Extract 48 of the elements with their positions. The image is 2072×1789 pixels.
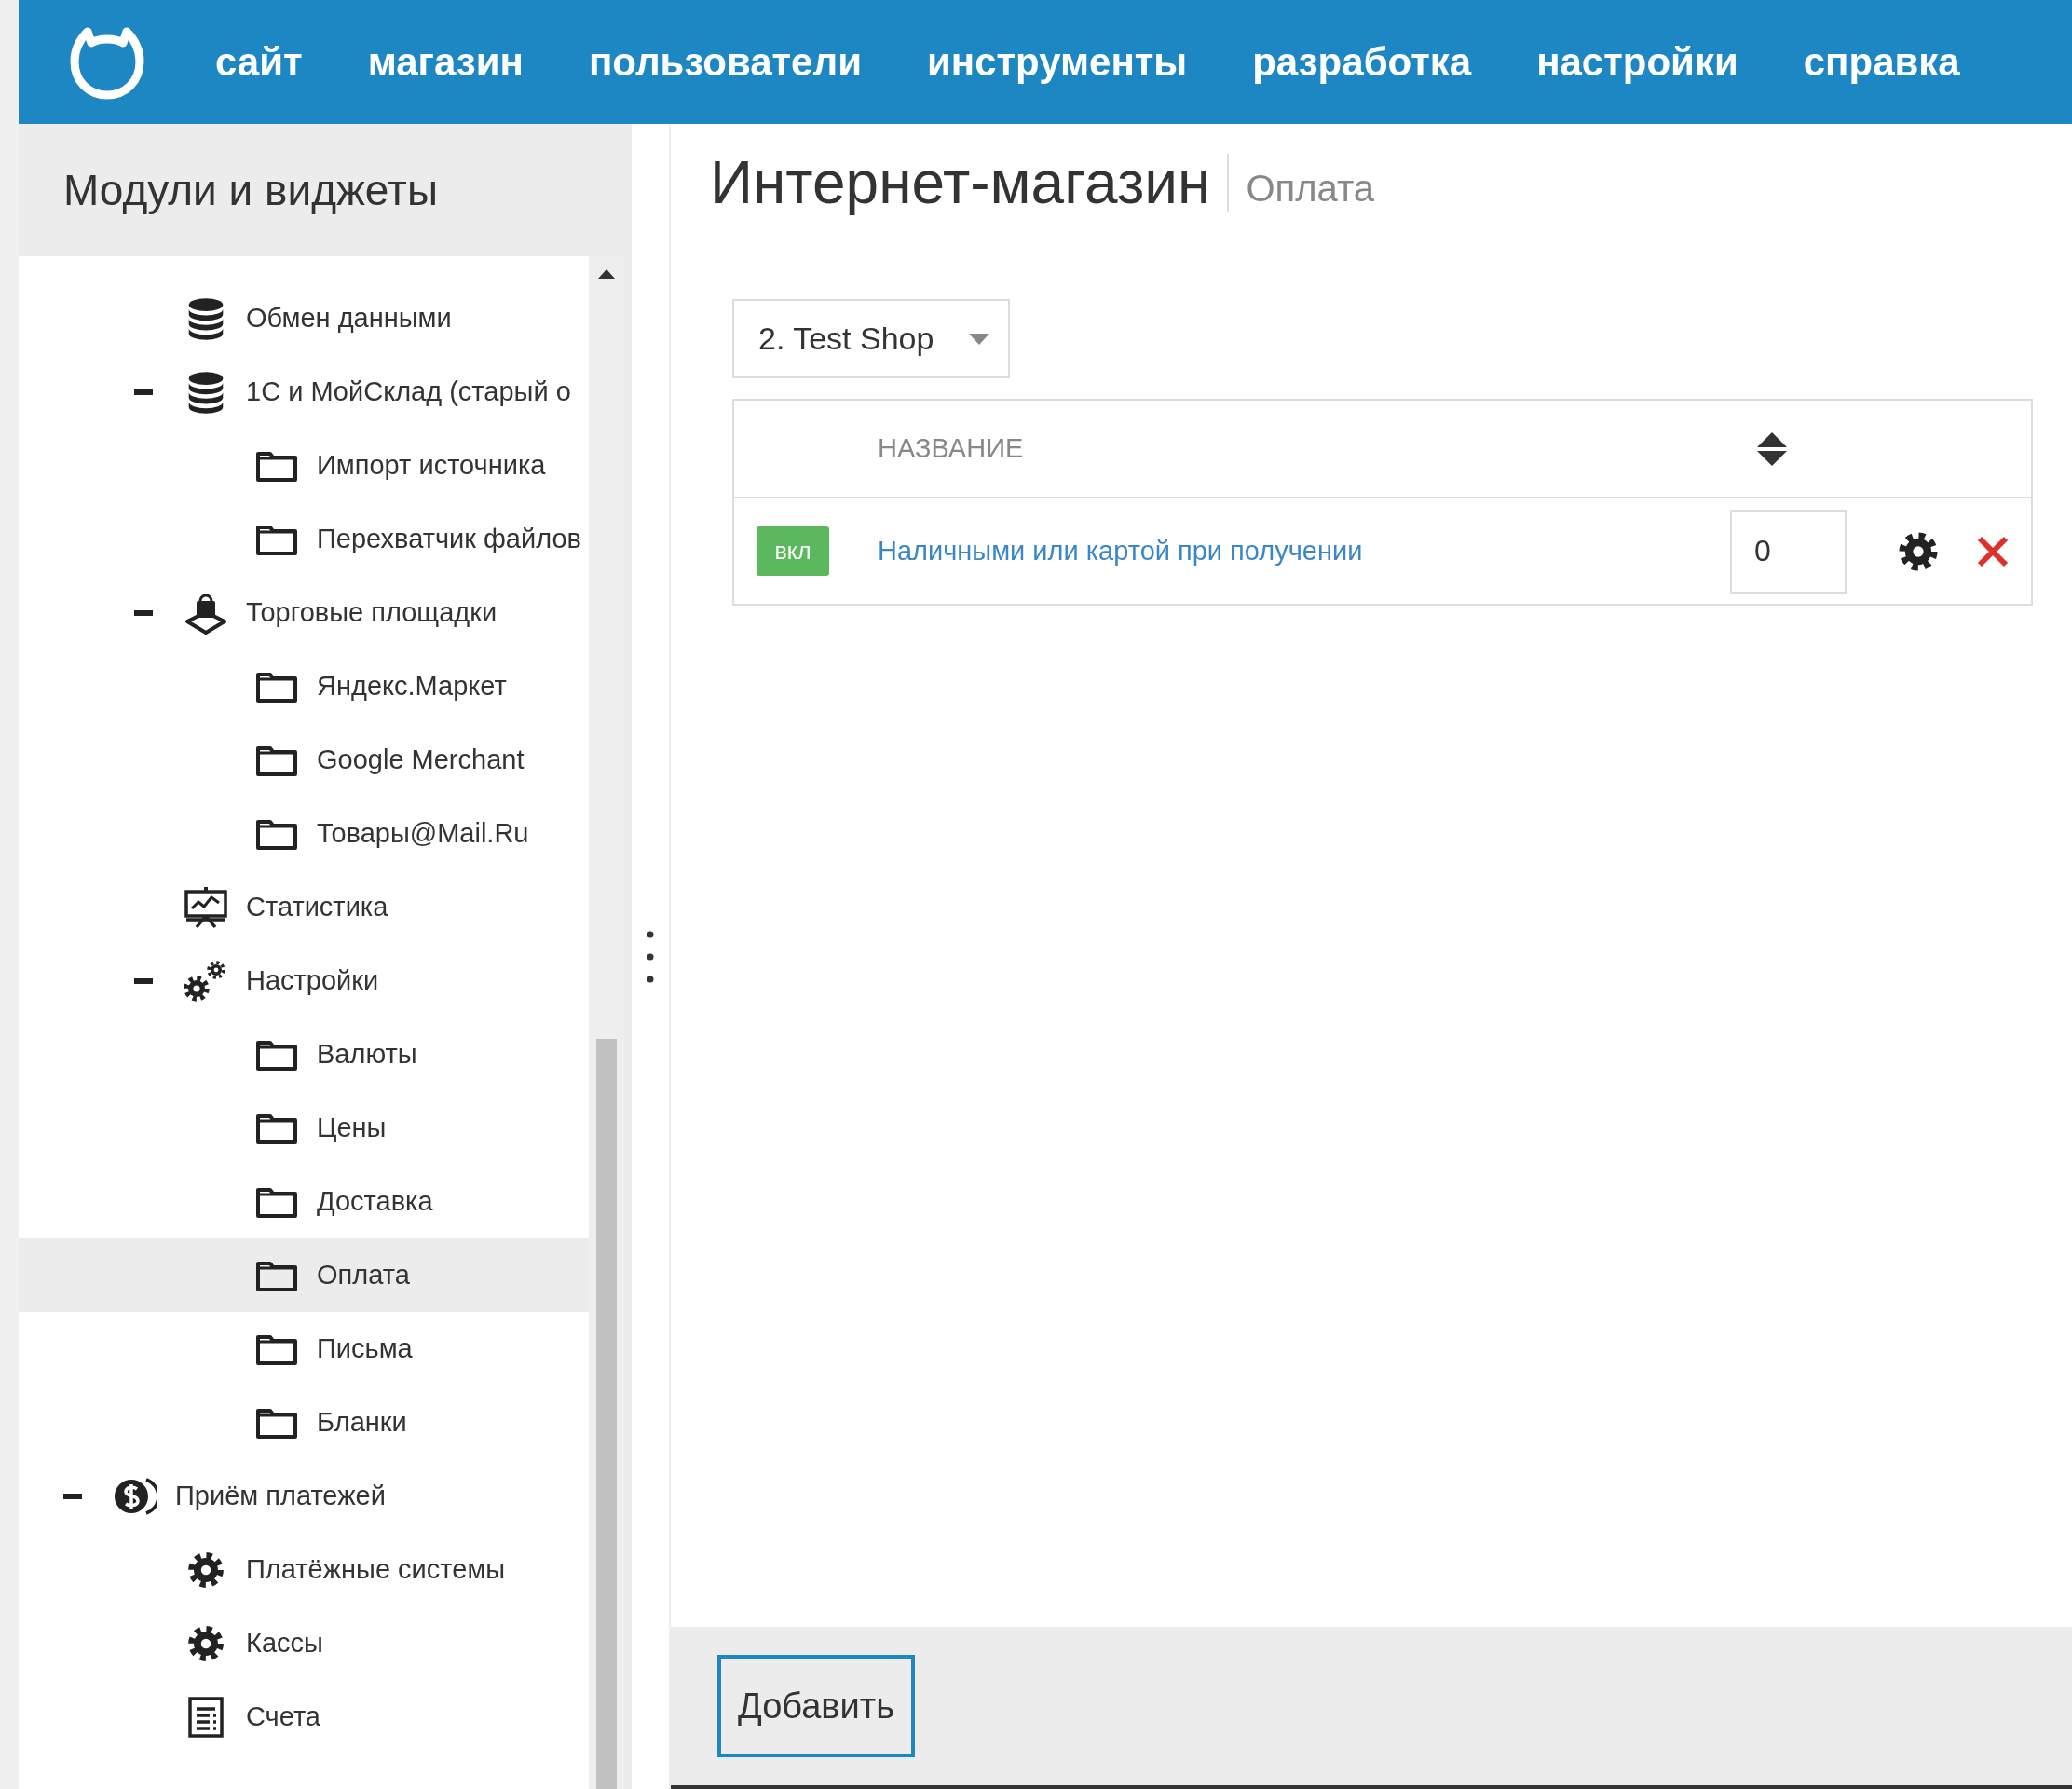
sidebar-item[interactable]: Бланки bbox=[19, 1386, 589, 1459]
presentation-chart-icon bbox=[184, 885, 228, 929]
sidebar-item[interactable]: 1С и МойСклад (старый о bbox=[19, 355, 589, 429]
sidebar-item[interactable]: Цены bbox=[19, 1091, 589, 1165]
scroll-up-icon[interactable] bbox=[598, 267, 615, 279]
sidebar-item[interactable]: Обмен данными bbox=[19, 281, 589, 355]
collapse-icon[interactable] bbox=[63, 1493, 82, 1499]
gears-icon bbox=[184, 958, 228, 1004]
scrollbar-thumb[interactable] bbox=[596, 1039, 617, 1789]
sidebar-item[interactable]: Импорт источника bbox=[19, 429, 589, 502]
nav-link[interactable]: магазин bbox=[367, 33, 524, 91]
sidebar-item[interactable]: Оплата bbox=[19, 1238, 589, 1312]
sidebar-item[interactable]: Приём платежей bbox=[19, 1459, 589, 1533]
sidebar-item[interactable]: Статистика bbox=[19, 870, 589, 944]
nav-link[interactable]: настройки bbox=[1536, 33, 1738, 91]
shop-select[interactable]: 2. Test Shop bbox=[732, 299, 1010, 378]
payment-method-link[interactable]: Наличными или картой при получении bbox=[878, 530, 1730, 572]
nav-link[interactable]: пользователи bbox=[588, 33, 862, 91]
caret-icon bbox=[969, 333, 989, 345]
delete-icon[interactable] bbox=[1977, 535, 2009, 567]
invoice-icon bbox=[187, 1695, 225, 1739]
sidebar-item[interactable]: Настройки bbox=[19, 944, 589, 1017]
sidebar-item[interactable]: Платёжные системы bbox=[19, 1533, 589, 1606]
sidebar-item[interactable]: Кассы bbox=[19, 1606, 589, 1680]
nav-link[interactable]: разработка bbox=[1252, 33, 1472, 91]
collapse-icon[interactable] bbox=[134, 609, 153, 616]
sort-order-field[interactable]: 0 bbox=[1730, 509, 1847, 594]
sidebar-title: Модули и виджеты bbox=[62, 164, 439, 216]
collapse-icon[interactable] bbox=[134, 977, 153, 984]
sidebar-item[interactable]: Доставка bbox=[19, 1165, 589, 1238]
sidebar-item[interactable]: Яндекс.Маркет bbox=[19, 649, 589, 723]
sidebar-item[interactable]: Google Merchant bbox=[19, 723, 589, 797]
sidebar-item[interactable]: Валюты bbox=[19, 1017, 589, 1091]
nav-link[interactable]: инструменты bbox=[926, 33, 1188, 91]
sidebar-item[interactable]: Торговые площадки bbox=[19, 576, 589, 649]
add-button[interactable]: Добавить bbox=[717, 1655, 915, 1757]
nav-link[interactable]: справка bbox=[1803, 33, 1960, 91]
page-title: Интернет-магазин bbox=[710, 147, 1211, 218]
sidebar-item[interactable]: Счета bbox=[19, 1680, 589, 1754]
sidebar-item[interactable]: Письма bbox=[19, 1312, 589, 1386]
page-subtitle: Оплата bbox=[1246, 167, 1374, 211]
column-header: НАЗВАНИЕ bbox=[878, 431, 1025, 465]
sidebar-item[interactable]: Товары@Mail.Ru bbox=[19, 797, 589, 870]
nav-link[interactable]: сайт bbox=[215, 33, 303, 91]
sidebar-item[interactable]: Перехватчик файлов bbox=[19, 502, 589, 576]
drag-handle-icon[interactable] bbox=[647, 930, 654, 983]
sort-icon[interactable] bbox=[1755, 430, 1789, 468]
collapse-icon[interactable] bbox=[134, 389, 153, 395]
